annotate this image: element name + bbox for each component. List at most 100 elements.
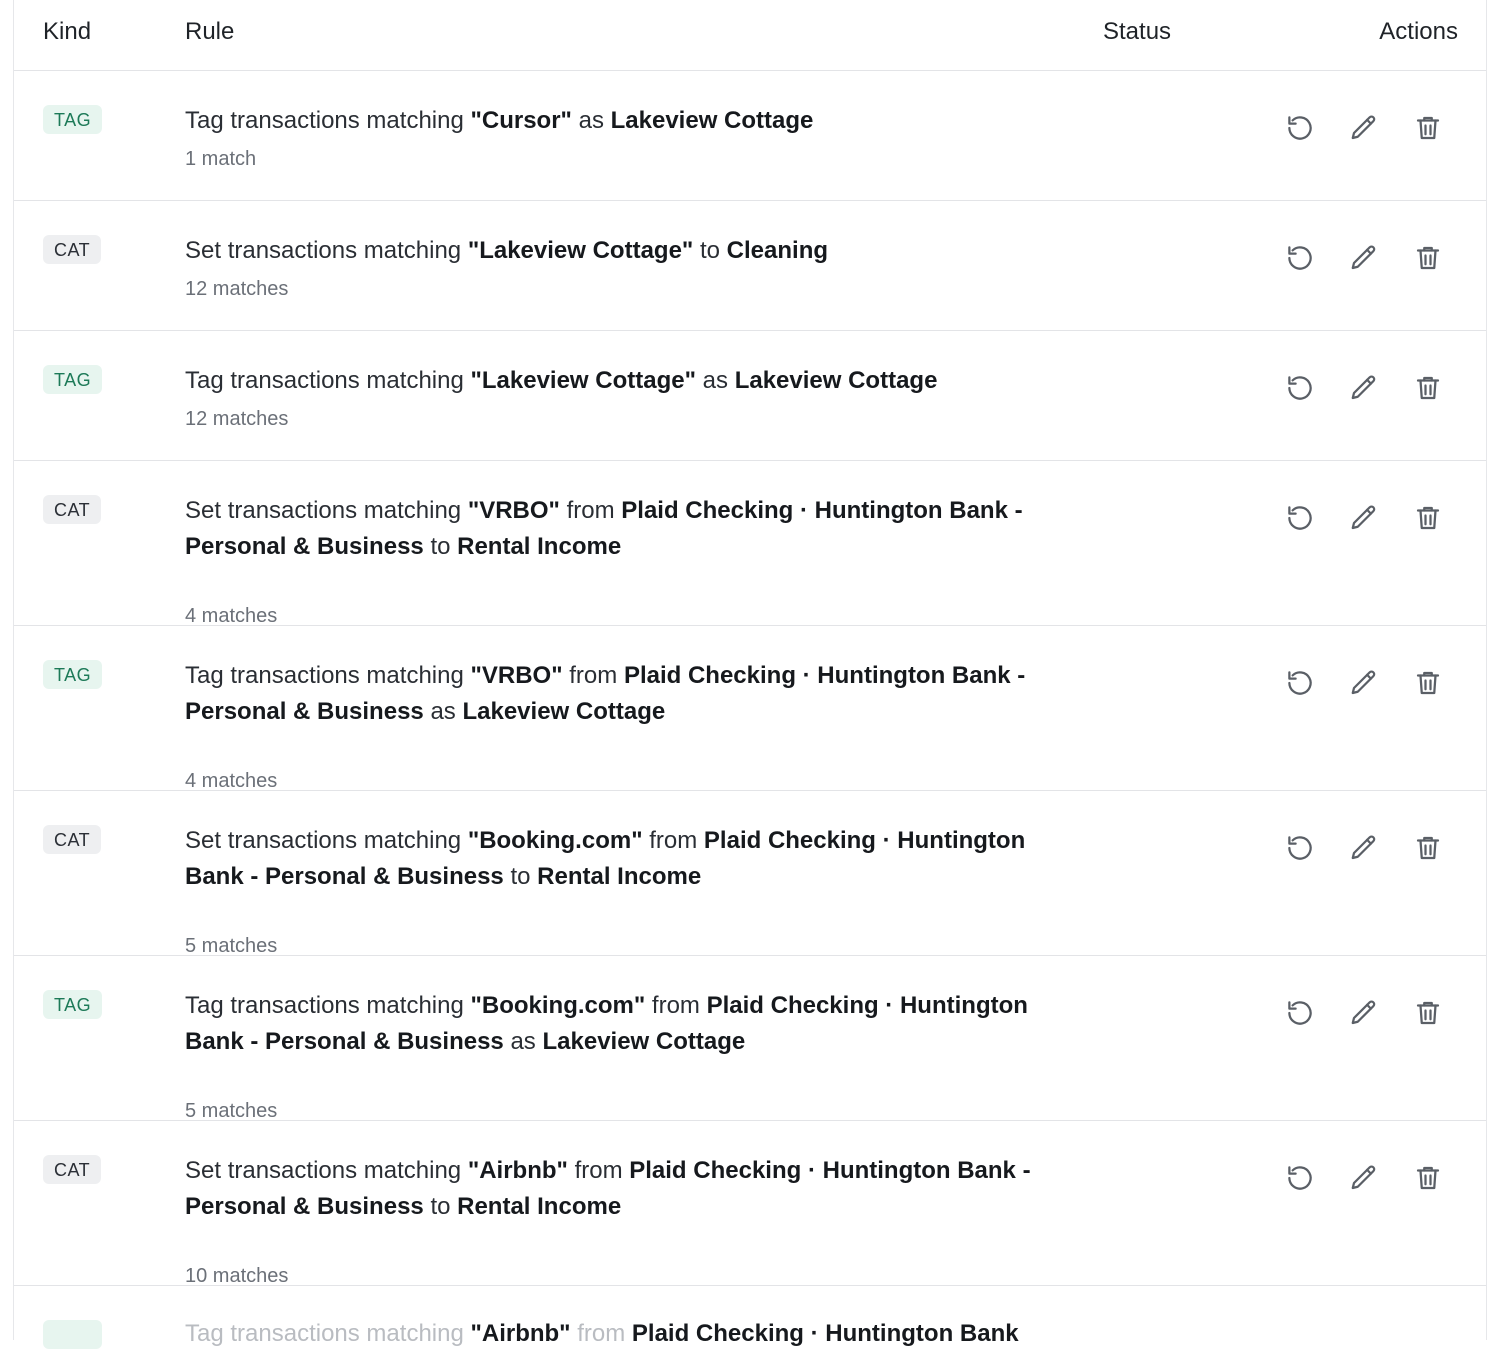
rerun-rule-button[interactable] xyxy=(1282,240,1318,276)
trash-icon xyxy=(1416,1001,1440,1025)
rule-from-label: from xyxy=(577,1320,626,1347)
rotate-ccw-icon xyxy=(1288,671,1312,695)
rule-target: Lakeview Cottage xyxy=(610,107,814,134)
rotate-ccw-icon xyxy=(1288,376,1312,400)
rule-from-label: from xyxy=(569,662,618,689)
match-count: 10 matches xyxy=(185,1265,289,1287)
pencil-icon xyxy=(1351,1165,1376,1190)
edit-rule-button[interactable] xyxy=(1346,830,1382,866)
rule-match: "Lakeview Cottage" xyxy=(467,237,694,264)
kind-badge: TAG xyxy=(43,990,103,1019)
table-row: CAT Set transactions matching "Lakeview … xyxy=(14,201,1486,331)
delete-rule-button[interactable] xyxy=(1410,240,1446,276)
table-body: TAG Tag transactions matching "Cursor" a… xyxy=(14,71,1486,1287)
rule-verb: Set transactions matching xyxy=(185,827,462,854)
delete-rule-button[interactable] xyxy=(1410,830,1446,866)
rule-connector: to xyxy=(430,1192,451,1220)
edit-rule-button[interactable] xyxy=(1346,500,1382,536)
table-row: TAG Tag transactions matching "Cursor" a… xyxy=(14,71,1486,201)
rules-table: Kind Rule Status Actions TAG Tag transac… xyxy=(13,0,1487,1349)
table-header: Kind Rule Status Actions xyxy=(14,0,1486,71)
rule-text: Set transactions matching "VRBO" from Pl… xyxy=(185,493,1065,564)
rule-target: Rental Income xyxy=(457,532,622,560)
rule-match: "Booking.com" xyxy=(470,992,646,1019)
rerun-rule-button[interactable] xyxy=(1282,370,1318,406)
row-actions xyxy=(1282,240,1446,276)
rotate-ccw-icon xyxy=(1288,1001,1312,1025)
trash-icon xyxy=(1416,116,1440,140)
kind-badge: TAG xyxy=(43,1320,103,1349)
rule-connector: as xyxy=(510,1027,536,1055)
rerun-rule-button[interactable] xyxy=(1282,830,1318,866)
row-actions xyxy=(1282,830,1446,866)
rule-match: "Booking.com" xyxy=(467,827,643,854)
delete-rule-button[interactable] xyxy=(1410,500,1446,536)
rule-verb: Set transactions matching xyxy=(185,497,462,524)
rerun-rule-button[interactable] xyxy=(1282,665,1318,701)
delete-rule-button[interactable] xyxy=(1410,1160,1446,1196)
edit-rule-button[interactable] xyxy=(1346,370,1382,406)
rerun-rule-button[interactable] xyxy=(1282,995,1318,1031)
kind-badge: CAT xyxy=(43,495,102,524)
rule-text: Set transactions matching "Lakeview Cott… xyxy=(185,233,1065,269)
pencil-icon xyxy=(1351,505,1376,530)
kind-badge: CAT xyxy=(43,235,102,264)
rotate-ccw-icon xyxy=(1288,836,1312,860)
table-row: TAG Tag transactions matching "Airbnb" f… xyxy=(14,1286,1486,1349)
row-actions xyxy=(1282,995,1446,1031)
delete-rule-button[interactable] xyxy=(1410,665,1446,701)
kind-badge: TAG xyxy=(43,660,103,689)
rule-text: Set transactions matching "Booking.com" … xyxy=(185,823,1065,894)
edit-rule-button[interactable] xyxy=(1346,1160,1382,1196)
rule-verb: Tag transactions matching xyxy=(185,992,464,1019)
delete-rule-button[interactable] xyxy=(1410,370,1446,406)
rule-target: Lakeview Cottage xyxy=(734,367,938,394)
rule-target: Cleaning xyxy=(726,237,829,264)
trash-icon xyxy=(1416,671,1440,695)
kind-badge: CAT xyxy=(43,825,102,854)
kind-badge: TAG xyxy=(43,365,103,394)
rule-from-label: from xyxy=(566,497,615,524)
rule-account: Plaid Checking · Huntington Bank xyxy=(631,1320,1019,1347)
match-count: 12 matches xyxy=(185,408,289,430)
rule-text: Set transactions matching "Airbnb" from … xyxy=(185,1153,1065,1224)
rerun-rule-button[interactable] xyxy=(1282,110,1318,146)
edit-rule-button[interactable] xyxy=(1346,110,1382,146)
match-count: 5 matches xyxy=(185,935,278,957)
edit-rule-button[interactable] xyxy=(1346,995,1382,1031)
rule-target: Rental Income xyxy=(537,862,702,890)
pencil-icon xyxy=(1351,670,1376,695)
rerun-rule-button[interactable] xyxy=(1282,500,1318,536)
rule-connector: as xyxy=(430,697,456,725)
rule-text: Tag transactions matching "Lakeview Cott… xyxy=(185,363,1065,399)
rule-connector: as xyxy=(702,367,729,394)
trash-icon xyxy=(1416,506,1440,530)
trash-icon xyxy=(1416,246,1440,270)
rule-verb: Tag transactions matching xyxy=(185,107,464,134)
edit-rule-button[interactable] xyxy=(1346,665,1382,701)
match-count: 12 matches xyxy=(185,278,289,300)
table-row: CAT Set transactions matching "Booking.c… xyxy=(14,791,1486,957)
pencil-icon xyxy=(1351,375,1376,400)
rule-match: "Cursor" xyxy=(470,107,572,134)
edit-rule-button[interactable] xyxy=(1346,240,1382,276)
trash-icon xyxy=(1416,376,1440,400)
delete-rule-button[interactable] xyxy=(1410,110,1446,146)
rule-connector: as xyxy=(578,107,604,134)
rule-match: "Airbnb" xyxy=(470,1320,571,1347)
rule-match: "Airbnb" xyxy=(467,1157,568,1184)
rule-verb: Set transactions matching xyxy=(185,237,462,264)
row-actions xyxy=(1282,110,1446,146)
rule-target: Lakeview Cottage xyxy=(542,1027,746,1055)
column-header-kind: Kind xyxy=(43,18,92,45)
rule-verb: Set transactions matching xyxy=(185,1157,462,1184)
row-actions xyxy=(1282,500,1446,536)
rule-from-label: from xyxy=(574,1157,623,1184)
rerun-rule-button[interactable] xyxy=(1282,1160,1318,1196)
column-header-actions: Actions xyxy=(1379,18,1458,45)
delete-rule-button[interactable] xyxy=(1410,995,1446,1031)
table-row: TAG Tag transactions matching "Booking.c… xyxy=(14,956,1486,1122)
match-count: 1 match xyxy=(185,148,257,170)
rule-text: Tag transactions matching "Cursor" as La… xyxy=(185,103,1065,139)
rule-text: Tag transactions matching "Airbnb" from … xyxy=(185,1316,1065,1352)
